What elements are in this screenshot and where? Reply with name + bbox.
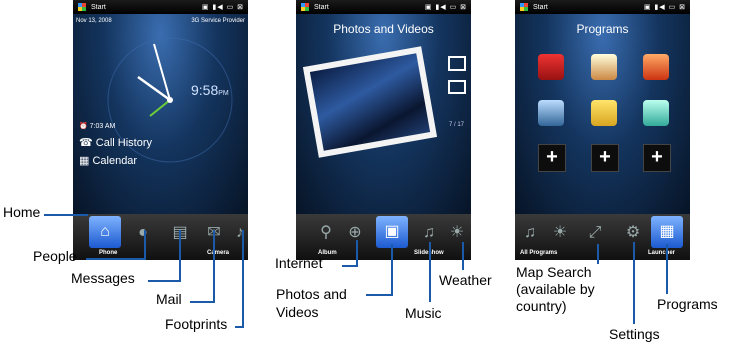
leader-line xyxy=(391,244,393,296)
windows-start-icon[interactable] xyxy=(78,3,86,11)
status-bar: Start ▣ ▮◀ ▭ ⊠ xyxy=(296,0,471,14)
label-internet: Internet xyxy=(275,255,323,271)
people-tab-icon[interactable]: ● xyxy=(130,220,156,246)
leader-line xyxy=(356,240,358,267)
tab-bar: ⌂ ● ▤ ✉ ♪ Phone Camera xyxy=(73,214,248,260)
home-tab-icon[interactable]: ⌂ xyxy=(89,216,121,248)
maps-program-icon[interactable] xyxy=(643,54,669,80)
label-weather: Weather xyxy=(439,272,492,288)
add-program-button[interactable]: + xyxy=(591,144,619,172)
internet-tab-icon[interactable]: ⚲ xyxy=(313,220,339,246)
leader-line xyxy=(213,230,215,303)
label-map-line1: Map Search xyxy=(516,264,592,280)
tools-program-icon[interactable] xyxy=(643,100,669,126)
camera-icon[interactable] xyxy=(448,56,466,71)
leader-line xyxy=(44,214,88,216)
leader-line xyxy=(148,280,181,282)
phone-photos-screen: Start ▣ ▮◀ ▭ ⊠ Photos and Videos 7 / 17 … xyxy=(296,0,471,260)
status-indicators-icon: ▣ ▮◀ ▭ ⊠ xyxy=(424,4,467,11)
tab-label-phone[interactable]: Phone xyxy=(99,250,117,256)
status-indicators-icon: ▣ ▮◀ ▭ ⊠ xyxy=(201,4,244,11)
map-search-tab-icon[interactable]: ⤢ xyxy=(582,220,608,246)
label-settings: Settings xyxy=(609,326,660,342)
start-label[interactable]: Start xyxy=(533,4,548,11)
label-photos-line1: Photos and xyxy=(276,286,347,302)
add-program-button[interactable]: + xyxy=(643,144,671,172)
video-camera-icon[interactable] xyxy=(448,80,466,94)
label-home: Home xyxy=(3,204,41,220)
photo-program-icon[interactable] xyxy=(591,54,617,80)
label-people: People xyxy=(33,248,77,264)
analog-clock-icon xyxy=(107,37,233,163)
footprints-tab-icon[interactable]: ♪ xyxy=(227,220,248,246)
label-mail: Mail xyxy=(156,291,182,307)
alarm-text: ⏰ 7:03 AM xyxy=(79,123,116,130)
tab-label-launcher[interactable]: Launcher xyxy=(648,250,675,256)
screen-title: Programs xyxy=(576,22,629,36)
tab-bar: ⚲ ⊕ ▣ ♫ ☀ Album Slideshow xyxy=(296,214,471,260)
label-messages: Messages xyxy=(71,270,135,286)
tab-label-camera[interactable]: Camera xyxy=(207,250,229,256)
add-program-button[interactable]: + xyxy=(538,144,566,172)
start-label[interactable]: Start xyxy=(314,4,329,11)
status-bar: Start ▣ ▮◀ ▭ ⊠ xyxy=(73,0,248,14)
call-history-item[interactable]: ☎ Call History xyxy=(79,136,152,149)
label-photos-and-videos: Photos and Videos xyxy=(276,285,347,321)
weather-tab-icon[interactable]: ☀ xyxy=(547,220,573,246)
status-bar: Start ▣ ▮◀ ▭ ⊠ xyxy=(515,0,690,14)
label-map-line2: (available by xyxy=(516,281,595,297)
label-footprints: Footprints xyxy=(165,316,228,332)
windows-start-icon[interactable] xyxy=(520,3,528,11)
photos-screen: Photos and Videos 7 / 17 xyxy=(296,14,471,214)
digital-time: 9:58PM xyxy=(191,82,229,98)
leader-line xyxy=(366,294,393,296)
calculator-program-icon[interactable] xyxy=(538,100,564,126)
leader-line xyxy=(144,230,146,260)
photo-counter: 7 / 17 xyxy=(449,122,465,128)
screen-title: Photos and Videos xyxy=(333,22,434,36)
leader-line xyxy=(190,301,215,303)
label-map-line3: country) xyxy=(516,298,567,314)
tab-label-all-programs[interactable]: All Programs xyxy=(520,250,557,256)
start-label[interactable]: Start xyxy=(91,4,106,11)
tab-bar: ♫ ☀ ⤢ ⚙ ▦ All Programs Launcher xyxy=(515,214,690,260)
calendar-item[interactable]: ▦ Calendar xyxy=(79,154,137,167)
leader-line xyxy=(242,230,244,328)
windows-start-icon[interactable] xyxy=(301,3,309,11)
phone-programs-screen: Start ▣ ▮◀ ▭ ⊠ Programs + + + ♫ ☀ ⤢ ⚙ ▦ … xyxy=(515,0,690,260)
leader-line xyxy=(462,242,464,270)
youtube-program-icon[interactable] xyxy=(538,54,564,80)
phone-home-screen: Start ▣ ▮◀ ▭ ⊠ Nov 13, 2008 3G Service P… xyxy=(73,0,248,260)
leader-line xyxy=(179,230,181,282)
photo-thumbnail[interactable] xyxy=(302,46,438,158)
leader-line xyxy=(86,258,146,260)
leader-line xyxy=(597,244,599,264)
leader-line xyxy=(633,242,635,324)
leader-line xyxy=(429,242,431,302)
leader-line xyxy=(666,244,668,294)
home-screen: Nov 13, 2008 3G Service Provider 9:58PM … xyxy=(73,14,248,214)
programs-screen: Programs + + + xyxy=(515,14,690,214)
label-music: Music xyxy=(405,305,442,321)
status-indicators-icon: ▣ ▮◀ ▭ ⊠ xyxy=(643,4,686,11)
label-map-search: Map Search (available by country) xyxy=(516,264,595,315)
weather-tab-icon[interactable]: ☀ xyxy=(444,220,470,246)
label-photos-line2: Videos xyxy=(276,304,319,320)
label-programs: Programs xyxy=(657,296,718,312)
music-tab-icon[interactable]: ♫ xyxy=(517,220,543,246)
globe-tab-icon[interactable]: ⊕ xyxy=(342,220,368,246)
notes-program-icon[interactable] xyxy=(591,100,617,126)
